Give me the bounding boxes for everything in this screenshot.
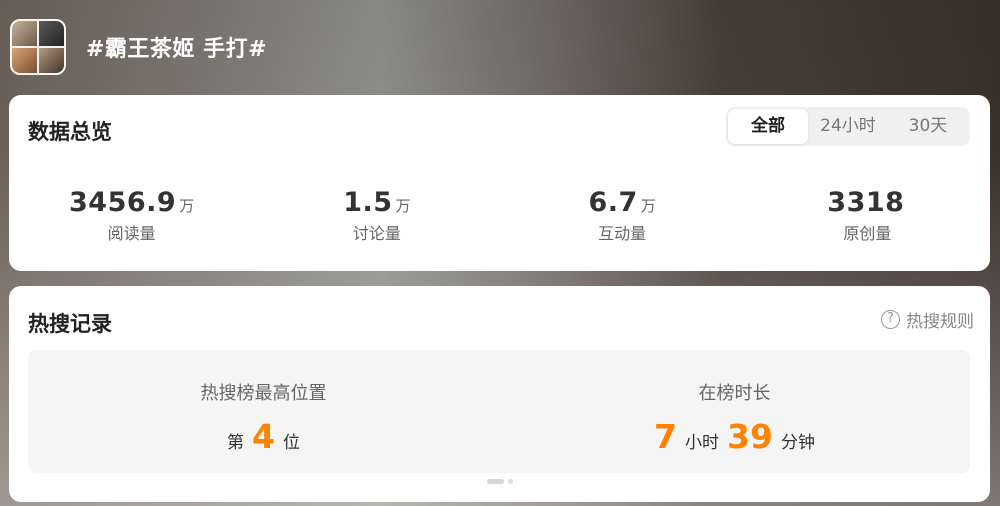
duration-block: 在榜时长 7 小时 39 分钟 xyxy=(499,350,970,473)
rank-value: 4 xyxy=(252,417,275,456)
stat-discussions: 1.5 万 讨论量 xyxy=(254,187,499,244)
rank-suffix: 位 xyxy=(282,433,300,453)
pager-dots xyxy=(486,479,513,484)
overview-title: 数据总览 xyxy=(28,120,112,144)
stat-unit: 万 xyxy=(640,197,656,215)
avatar-tile xyxy=(12,48,37,73)
overview-card: 数据总览 全部 24小时 30天 3456.9 万 阅读量 1.5 万 讨论量 … xyxy=(9,95,990,271)
stat-label: 互动量 xyxy=(598,224,647,243)
tab-30d[interactable]: 30天 xyxy=(888,109,968,144)
stat-value: 3318 xyxy=(827,187,905,218)
stat-value: 6.7 xyxy=(588,187,638,218)
topic-title: #霸王茶姬 手打# xyxy=(86,37,268,62)
topic-avatar[interactable] xyxy=(10,19,66,75)
stats-row: 3456.9 万 阅读量 1.5 万 讨论量 6.7 万 互动量 3318 原创 xyxy=(9,187,990,244)
pager-dot[interactable] xyxy=(507,479,513,484)
avatar-tile xyxy=(12,21,37,46)
stat-label: 阅读量 xyxy=(107,224,156,243)
topic-header: #霸王茶姬 手打# xyxy=(10,17,267,77)
duration-minutes: 39 xyxy=(727,417,773,456)
avatar-tile xyxy=(39,48,64,73)
stat-value: 1.5 xyxy=(343,187,393,218)
rank-prefix: 第 xyxy=(227,433,245,453)
hot-search-panel: 热搜榜最高位置 第 4 位 在榜时长 7 小时 39 分钟 xyxy=(28,350,970,473)
peak-rank-block: 热搜榜最高位置 第 4 位 xyxy=(28,350,499,473)
hot-search-card: 热搜记录 ? 热搜规则 热搜榜最高位置 第 4 位 在榜时长 7 小时 39 分… xyxy=(9,286,990,502)
duration-label: 在榜时长 xyxy=(698,383,771,404)
question-circle-icon: ? xyxy=(881,310,900,329)
stat-unit: 万 xyxy=(395,197,411,215)
pager-dot-active[interactable] xyxy=(486,479,504,484)
time-range-tabs: 全部 24小时 30天 xyxy=(726,107,970,146)
hot-search-title: 热搜记录 xyxy=(28,312,112,336)
stat-label: 讨论量 xyxy=(352,224,401,243)
tab-24h[interactable]: 24小时 xyxy=(808,109,888,144)
duration-hours: 7 xyxy=(654,417,678,456)
hot-search-rules-link[interactable]: ? 热搜规则 xyxy=(881,307,974,332)
stat-original: 3318 原创量 xyxy=(745,187,990,244)
rules-label: 热搜规则 xyxy=(906,312,974,332)
stat-unit: 万 xyxy=(179,197,195,215)
stat-value: 3456.9 xyxy=(69,187,177,218)
peak-rank-label: 热搜榜最高位置 xyxy=(200,383,327,404)
hours-unit: 小时 xyxy=(685,433,720,453)
minutes-unit: 分钟 xyxy=(780,433,815,453)
tab-all[interactable]: 全部 xyxy=(728,109,808,144)
stat-interactions: 6.7 万 互动量 xyxy=(500,187,745,244)
stat-reads: 3456.9 万 阅读量 xyxy=(9,187,254,244)
avatar-tile xyxy=(39,21,64,46)
stat-label: 原创量 xyxy=(843,224,892,243)
